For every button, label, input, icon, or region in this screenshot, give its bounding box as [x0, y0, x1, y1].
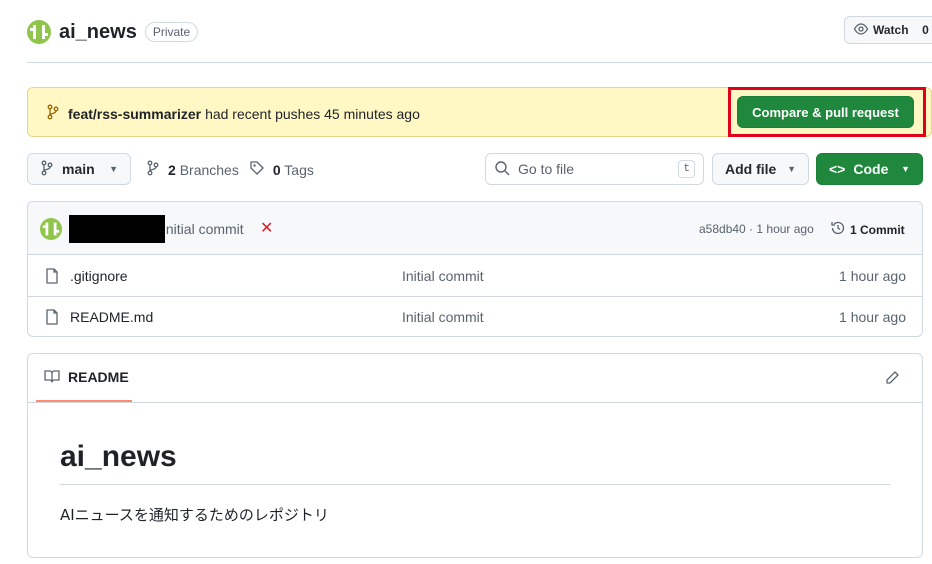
failed-check-icon[interactable]: ✕	[260, 218, 273, 238]
file-name[interactable]: README.md	[70, 309, 153, 325]
visibility-badge: Private	[144, 22, 199, 42]
readme-panel: README ai_news AIニュースを通知するためのレポジトリ	[27, 353, 923, 558]
chevron-down-icon: ▼	[787, 164, 796, 174]
file-icon	[45, 268, 59, 287]
history-icon	[830, 220, 846, 239]
branch-icon	[146, 160, 160, 179]
header-divider	[27, 62, 932, 63]
branches-tags-links: 2 Branches 0 Tags	[146, 160, 314, 179]
readme-title-divider	[60, 484, 890, 485]
repo-header: ai_news Private	[27, 18, 199, 46]
readme-description: AIニュースを通知するためのレポジトリ	[60, 506, 329, 524]
readme-tab-label: README	[68, 369, 129, 385]
tags-link[interactable]: 0 Tags	[273, 162, 314, 178]
file-updated-time: 1 hour ago	[839, 268, 906, 284]
file-commit-message[interactable]: Initial commit	[402, 309, 484, 325]
branch-name: main	[62, 161, 95, 177]
shortcut-hint: t	[678, 160, 695, 178]
watch-button[interactable]: Watch	[844, 16, 918, 44]
commit-meta[interactable]: a58db40 · 1 hour ago	[699, 222, 814, 236]
chevron-down-icon: ▼	[901, 164, 910, 174]
code-button[interactable]: <> Code ▼	[816, 153, 923, 185]
banner-branch-link[interactable]: feat/rss-summarizer	[68, 106, 201, 122]
edit-pencil-icon[interactable]	[884, 370, 900, 389]
file-commit-message[interactable]: Initial commit	[402, 268, 484, 284]
table-row: README.md Initial commit 1 hour ago	[28, 297, 922, 336]
add-file-label: Add file	[725, 161, 777, 177]
eye-icon	[853, 21, 869, 40]
committer-avatar[interactable]	[40, 218, 62, 240]
readme-header-divider	[28, 402, 922, 403]
file-icon	[45, 309, 59, 328]
tag-icon	[249, 160, 265, 179]
add-file-button[interactable]: Add file ▼	[712, 153, 809, 185]
watch-count[interactable]: 0	[915, 16, 932, 44]
search-placeholder: Go to file	[518, 161, 575, 177]
branches-link[interactable]: 2 Branches	[168, 162, 239, 178]
banner-message: had recent pushes 45 minutes ago	[205, 105, 420, 122]
file-list: Initial commit ✕ a58db40 · 1 hour ago 1 …	[27, 201, 923, 337]
tags-count: 0	[272, 161, 281, 178]
latest-commit-row: Initial commit ✕ a58db40 · 1 hour ago 1 …	[28, 202, 922, 255]
commit-count: 1 Commit	[850, 222, 905, 237]
repo-name[interactable]: ai_news	[59, 21, 137, 44]
code-label: Code	[853, 161, 889, 177]
commit-history-link[interactable]: 1 Commit	[830, 220, 905, 239]
owner-avatar[interactable]	[27, 20, 51, 44]
branch-icon	[46, 104, 60, 123]
chevron-down-icon: ▼	[109, 164, 118, 174]
banner-text: feat/rss-summarizer had recent pushes 45…	[46, 104, 420, 123]
table-row: .gitignore Initial commit 1 hour ago	[28, 256, 922, 297]
branch-icon	[40, 160, 54, 179]
file-name[interactable]: .gitignore	[70, 268, 128, 284]
readme-tab[interactable]: README	[36, 354, 132, 402]
highlight-box	[728, 87, 926, 137]
commit-message[interactable]: Initial commit	[162, 221, 244, 237]
branches-count: 2	[168, 161, 176, 178]
code-icon: <>	[829, 161, 846, 177]
tags-label: Tags	[284, 161, 314, 178]
redacted-username	[69, 215, 165, 243]
book-icon	[44, 368, 60, 387]
branch-selector[interactable]: main ▼	[27, 153, 131, 185]
search-icon	[494, 160, 510, 179]
go-to-file-search[interactable]: Go to file t	[485, 153, 704, 185]
file-updated-time: 1 hour ago	[839, 309, 906, 325]
watch-label: Watch	[873, 23, 909, 37]
branches-label: Branches	[179, 161, 239, 178]
readme-title: ai_news	[60, 440, 177, 473]
